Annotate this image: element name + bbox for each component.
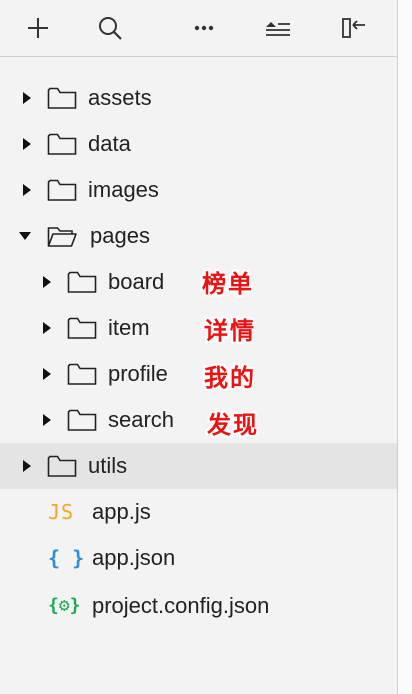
annotation-profile: 我的: [204, 364, 256, 392]
tree-file-app-js[interactable]: JS app.js: [0, 489, 397, 535]
annotation-search: 发现: [207, 411, 259, 439]
tree-label: pages: [90, 223, 150, 248]
tree-label: profile: [108, 361, 168, 386]
more-button[interactable]: [184, 8, 224, 48]
tree-folder-assets[interactable]: assets: [0, 75, 397, 121]
tree-label: item: [108, 315, 150, 340]
folder-icon: [47, 179, 77, 201]
collapse-all-button[interactable]: [258, 8, 298, 48]
sidebar-collapse-icon: [342, 18, 365, 38]
folder-icon: [47, 455, 77, 477]
folder-icon: [67, 317, 97, 339]
tree-label: images: [88, 177, 159, 202]
editor-edge: [398, 0, 412, 694]
tree-folder-images[interactable]: images: [0, 167, 397, 213]
more-icon: [194, 25, 214, 31]
file-explorer-panel: assets data images pages board item prof…: [0, 0, 397, 694]
tree-folder-search[interactable]: search: [0, 397, 397, 443]
chevron-right-icon[interactable]: [40, 259, 54, 305]
collapse-icon: [266, 22, 290, 36]
tree-file-app-json[interactable]: { } app.json: [0, 535, 397, 581]
tree-label: board: [108, 269, 165, 294]
folder-icon: [47, 87, 77, 109]
tree-folder-data[interactable]: data: [0, 121, 397, 167]
chevron-down-icon[interactable]: [18, 213, 32, 259]
search-button[interactable]: [90, 8, 130, 48]
tree-label: app.js: [92, 499, 151, 524]
folder-open-icon: [47, 227, 77, 247]
chevron-right-icon[interactable]: [20, 443, 34, 489]
tree-label: search: [108, 407, 175, 432]
explorer-toolbar: [0, 0, 397, 57]
tree-folder-pages[interactable]: pages: [0, 213, 397, 259]
tree-label: assets: [88, 85, 152, 110]
annotation-board: 榜单: [202, 270, 254, 298]
json-file-icon: { }: [48, 546, 85, 570]
tree-label: data: [88, 131, 131, 156]
folder-icon: [67, 409, 97, 431]
chevron-right-icon[interactable]: [20, 75, 34, 121]
chevron-right-icon[interactable]: [20, 121, 34, 167]
tree-folder-item[interactable]: item: [0, 305, 397, 351]
tree-folder-profile[interactable]: profile: [0, 351, 397, 397]
chevron-right-icon[interactable]: [40, 351, 54, 397]
tree-label: app.json: [92, 545, 176, 570]
plus-icon: [28, 18, 48, 38]
js-file-icon: JS: [48, 500, 75, 524]
chevron-right-icon[interactable]: [40, 397, 54, 443]
tree-folder-utils[interactable]: utils: [0, 443, 397, 489]
chevron-right-icon[interactable]: [20, 167, 34, 213]
chevron-right-icon[interactable]: [40, 305, 54, 351]
folder-icon: [67, 271, 97, 293]
search-icon: [99, 17, 122, 40]
hide-sidebar-button[interactable]: [334, 8, 374, 48]
config-file-icon: {⚙}: [48, 595, 81, 616]
annotation-item: 详情: [204, 317, 256, 345]
tree-label: project.config.json: [92, 593, 270, 618]
folder-icon: [67, 363, 97, 385]
folder-icon: [47, 133, 77, 155]
tree-folder-board[interactable]: board: [0, 259, 397, 305]
tree-label: utils: [88, 453, 128, 478]
add-file-button[interactable]: [18, 8, 58, 48]
tree-file-project-config[interactable]: {⚙} project.config.json: [0, 583, 397, 629]
